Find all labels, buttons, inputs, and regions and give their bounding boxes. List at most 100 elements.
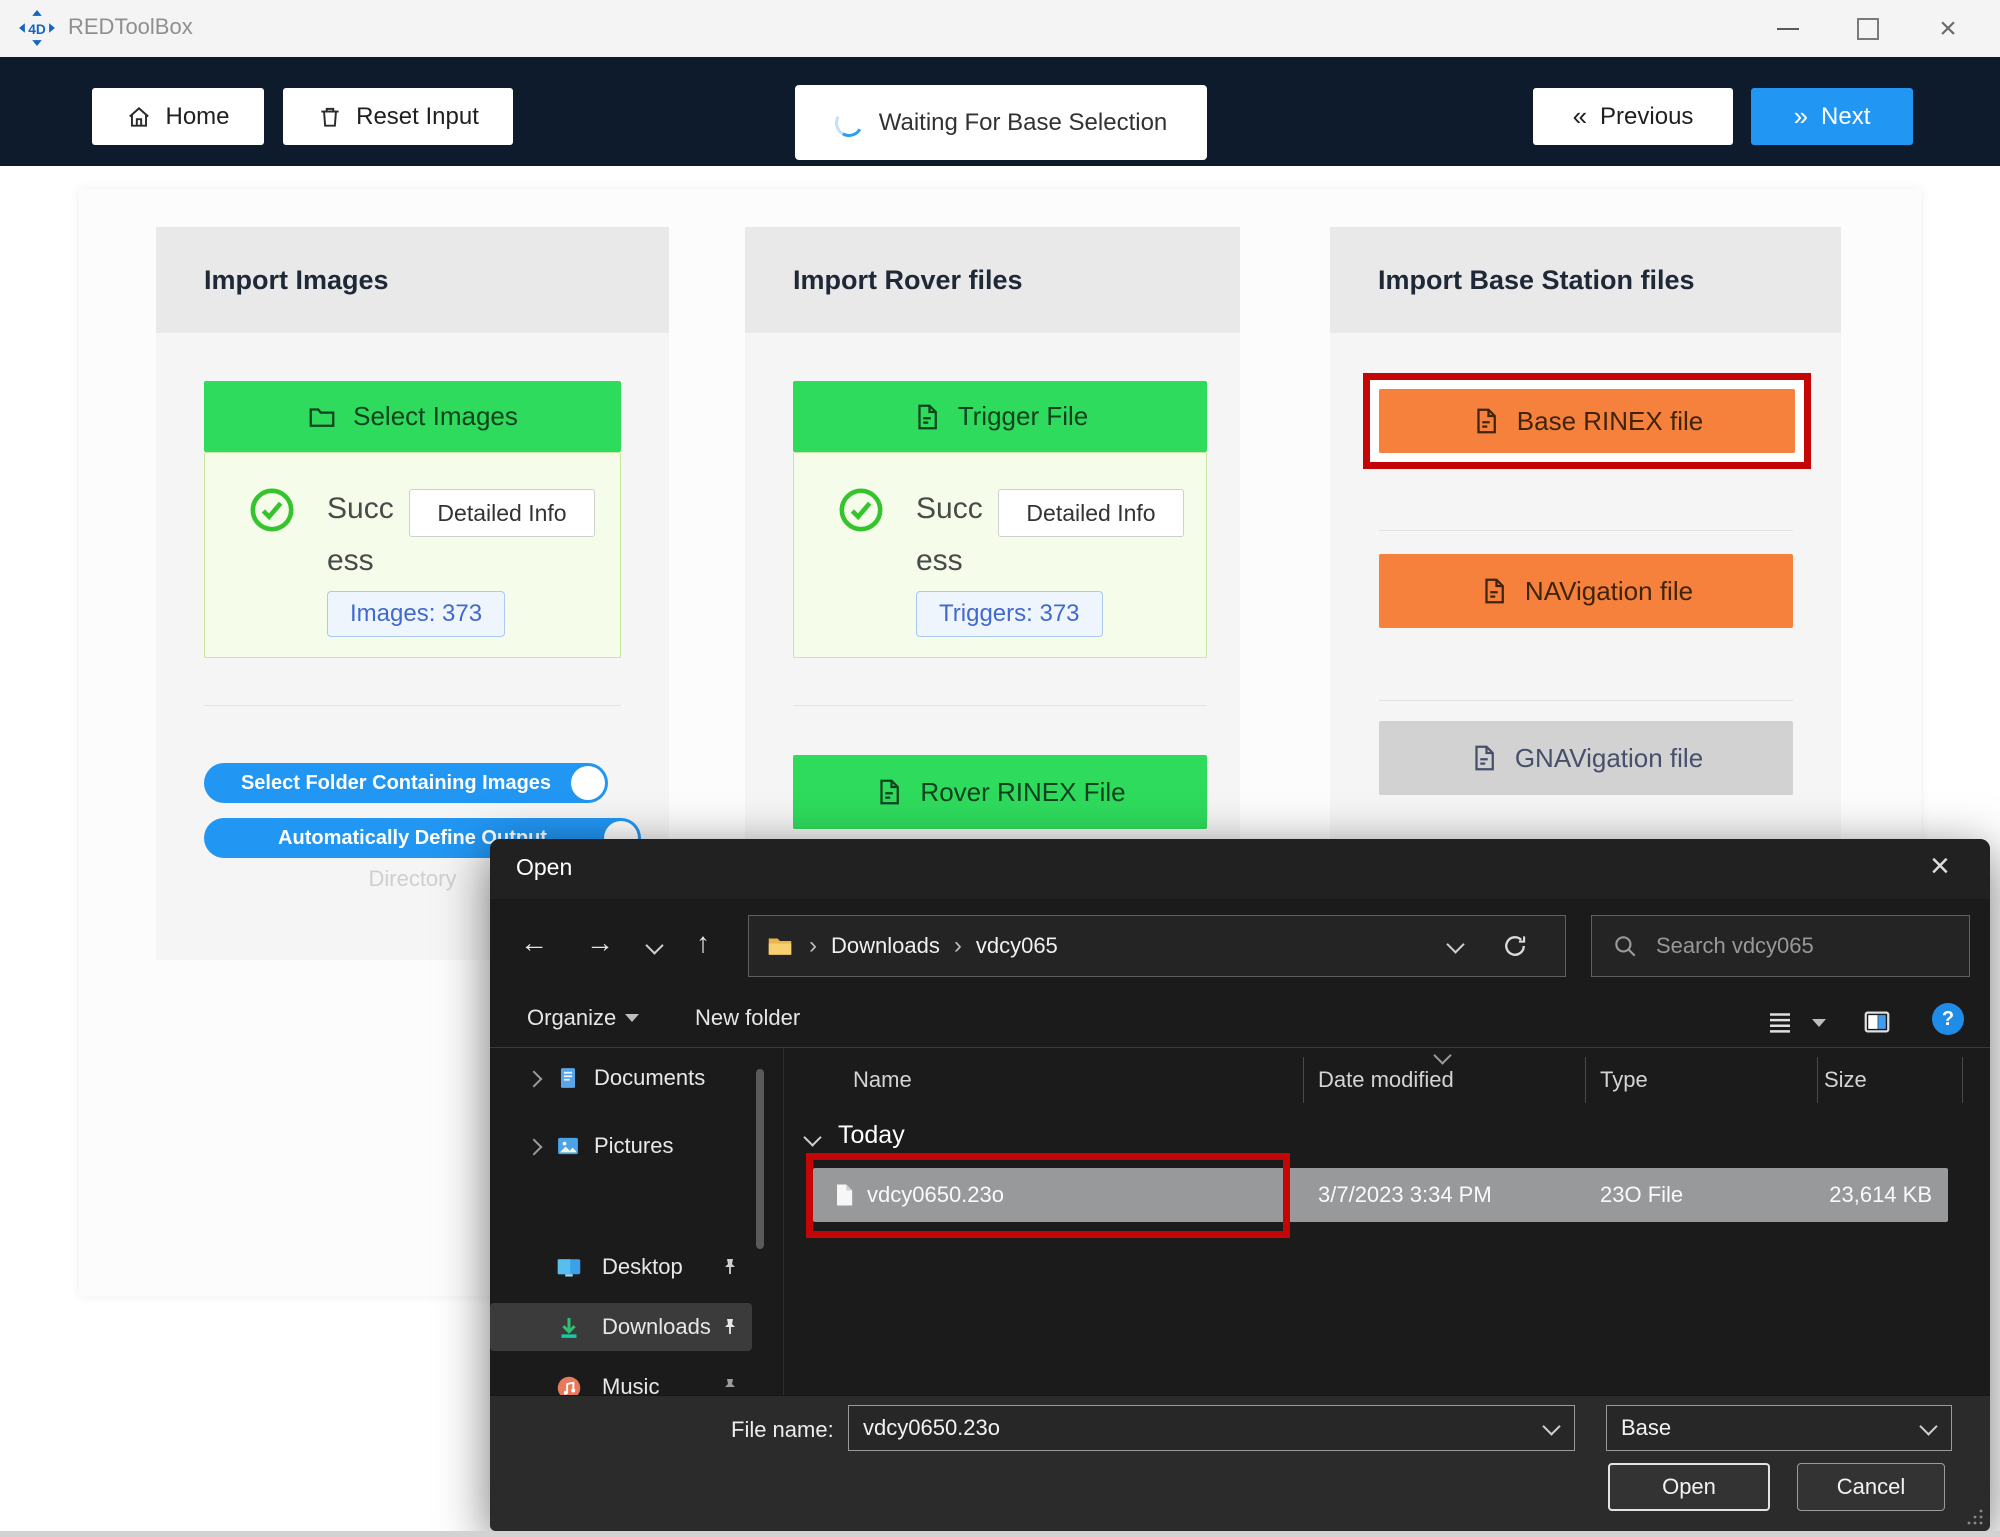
next-button[interactable]: » Next	[1751, 88, 1913, 145]
address-dropdown-chevron-icon[interactable]	[1446, 935, 1464, 953]
dialog-title-bar: Open ×	[490, 839, 1990, 899]
home-icon	[126, 104, 152, 130]
sidebar-item-documents[interactable]: Documents	[490, 1054, 752, 1102]
panel-rover-title: Import Rover files	[793, 227, 1023, 333]
search-input[interactable]: Search vdcy065	[1591, 915, 1970, 977]
breadcrumb-vdcy065[interactable]: vdcy065	[976, 933, 1058, 959]
file-name-input[interactable]: vdcy0650.23o	[848, 1405, 1575, 1451]
rover-success-box: Succ ess Detailed Info Triggers: 373	[793, 452, 1207, 658]
sidebar-item-desktop[interactable]: Desktop	[490, 1243, 752, 1291]
navigation-file-label: NAVigation file	[1525, 576, 1693, 607]
column-divider[interactable]	[1962, 1057, 1963, 1103]
previous-label: Previous	[1600, 103, 1693, 131]
images-success-line1: Succ	[327, 483, 394, 535]
panel-images-header: Import Images	[156, 227, 669, 333]
back-icon[interactable]: ←	[520, 927, 548, 959]
column-header-name[interactable]: Name	[853, 1067, 912, 1093]
images-success-box: Succ ess Detailed Info Images: 373	[204, 452, 621, 658]
select-images-button[interactable]: Select Images	[204, 381, 621, 452]
gnavigation-file-label: GNAVigation file	[1515, 743, 1703, 774]
file-type-select[interactable]: Base	[1606, 1405, 1952, 1451]
home-label: Home	[165, 103, 229, 131]
dialog-title: Open	[516, 854, 572, 881]
panel-base-header: Import Base Station files	[1330, 227, 1841, 333]
file-name-value: vdcy0650.23o	[863, 1415, 1000, 1441]
file-icon	[874, 777, 904, 807]
new-folder-button[interactable]: New folder	[695, 1005, 800, 1031]
cancel-button[interactable]: Cancel	[1797, 1463, 1945, 1511]
up-icon[interactable]: ↑	[696, 927, 710, 959]
file-icon	[1479, 576, 1509, 606]
file-icon	[1471, 406, 1501, 436]
sidebar-desktop-label: Desktop	[602, 1254, 683, 1280]
breadcrumb-downloads[interactable]: Downloads	[831, 933, 940, 959]
rover-rinex-button[interactable]: Rover RINEX File	[793, 755, 1207, 829]
recent-locations-chevron-icon[interactable]	[645, 936, 663, 954]
expander-icon[interactable]	[526, 1139, 543, 1156]
dialog-close-button[interactable]: ×	[1930, 847, 1950, 886]
minimize-button[interactable]	[1758, 0, 1818, 57]
toggle-select-folder[interactable]: Select Folder Containing Images	[204, 763, 608, 803]
group-today-label: Today	[838, 1121, 905, 1150]
trigger-file-button[interactable]: Trigger File	[793, 381, 1207, 452]
home-button[interactable]: Home	[92, 88, 264, 145]
main-toolbar: Home Reset Input Waiting For Base Select…	[0, 57, 2000, 166]
file-row-highlight	[806, 1153, 1290, 1238]
panel-images-divider	[204, 705, 621, 706]
help-icon[interactable]: ?	[1932, 1003, 1964, 1035]
sidebar-scrollbar[interactable]	[756, 1069, 764, 1249]
file-icon	[912, 402, 942, 432]
pin-icon	[718, 1255, 742, 1279]
address-bar[interactable]: › Downloads › vdcy065	[748, 915, 1566, 977]
previous-button[interactable]: « Previous	[1533, 88, 1733, 145]
panel-images-title: Import Images	[204, 227, 389, 333]
organize-menu[interactable]: Organize	[527, 1005, 639, 1031]
open-button[interactable]: Open	[1608, 1463, 1770, 1511]
panel-base-divider-2	[1379, 700, 1793, 701]
sidebar-list-separator	[783, 1048, 784, 1395]
group-collapse-chevron-icon[interactable]	[803, 1128, 821, 1146]
trash-icon	[317, 104, 343, 130]
resize-grip[interactable]	[1966, 1508, 1984, 1526]
file-date: 3/7/2023 3:34 PM	[1318, 1182, 1492, 1208]
next-icon: »	[1794, 101, 1808, 132]
trigger-file-label: Trigger File	[958, 401, 1089, 432]
base-rinex-button[interactable]: Base RINEX file	[1379, 389, 1795, 453]
search-icon	[1612, 933, 1638, 959]
file-type: 23O File	[1600, 1182, 1683, 1208]
close-button[interactable]: ×	[1918, 0, 1978, 57]
sidebar-item-pictures[interactable]: Pictures	[490, 1122, 752, 1170]
file-name-chevron-icon	[1542, 1417, 1560, 1435]
check-icon	[249, 487, 295, 533]
next-label: Next	[1821, 103, 1870, 131]
panel-base-title: Import Base Station files	[1378, 227, 1695, 333]
refresh-icon[interactable]	[1501, 932, 1529, 960]
column-header-date[interactable]: Date modified	[1318, 1067, 1454, 1093]
navigation-file-button[interactable]: NAVigation file	[1379, 554, 1793, 628]
view-options-caret-icon[interactable]	[1812, 1019, 1826, 1027]
gnavigation-file-button[interactable]: GNAVigation file	[1379, 721, 1793, 795]
toggle-select-folder-label: Select Folder Containing Images	[241, 772, 551, 795]
sidebar-item-downloads[interactable]: Downloads	[490, 1303, 752, 1351]
check-icon	[838, 487, 884, 533]
rover-detailed-info-button[interactable]: Detailed Info	[998, 489, 1184, 537]
column-divider[interactable]	[1585, 1057, 1586, 1103]
column-divider[interactable]	[1817, 1057, 1818, 1103]
rover-success-line2: ess	[916, 535, 983, 587]
downloads-icon	[554, 1313, 584, 1343]
rover-count-badge: Triggers: 373	[916, 591, 1103, 637]
forward-icon[interactable]: →	[586, 927, 614, 959]
file-type-chevron-icon	[1919, 1417, 1937, 1435]
list-view-icon[interactable]	[1765, 1007, 1795, 1037]
column-header-size[interactable]: Size	[1824, 1067, 1867, 1093]
column-header-type[interactable]: Type	[1600, 1067, 1648, 1093]
images-detailed-info-button[interactable]: Detailed Info	[409, 489, 595, 537]
maximize-button[interactable]	[1838, 0, 1898, 57]
organize-caret-icon	[625, 1014, 639, 1022]
expander-icon[interactable]	[526, 1071, 543, 1088]
reset-input-button[interactable]: Reset Input	[283, 88, 513, 145]
breadcrumb-separator: ›	[954, 932, 962, 960]
column-divider[interactable]	[1303, 1057, 1304, 1103]
preview-pane-icon[interactable]	[1862, 1007, 1892, 1037]
images-success-line2: ess	[327, 535, 394, 587]
